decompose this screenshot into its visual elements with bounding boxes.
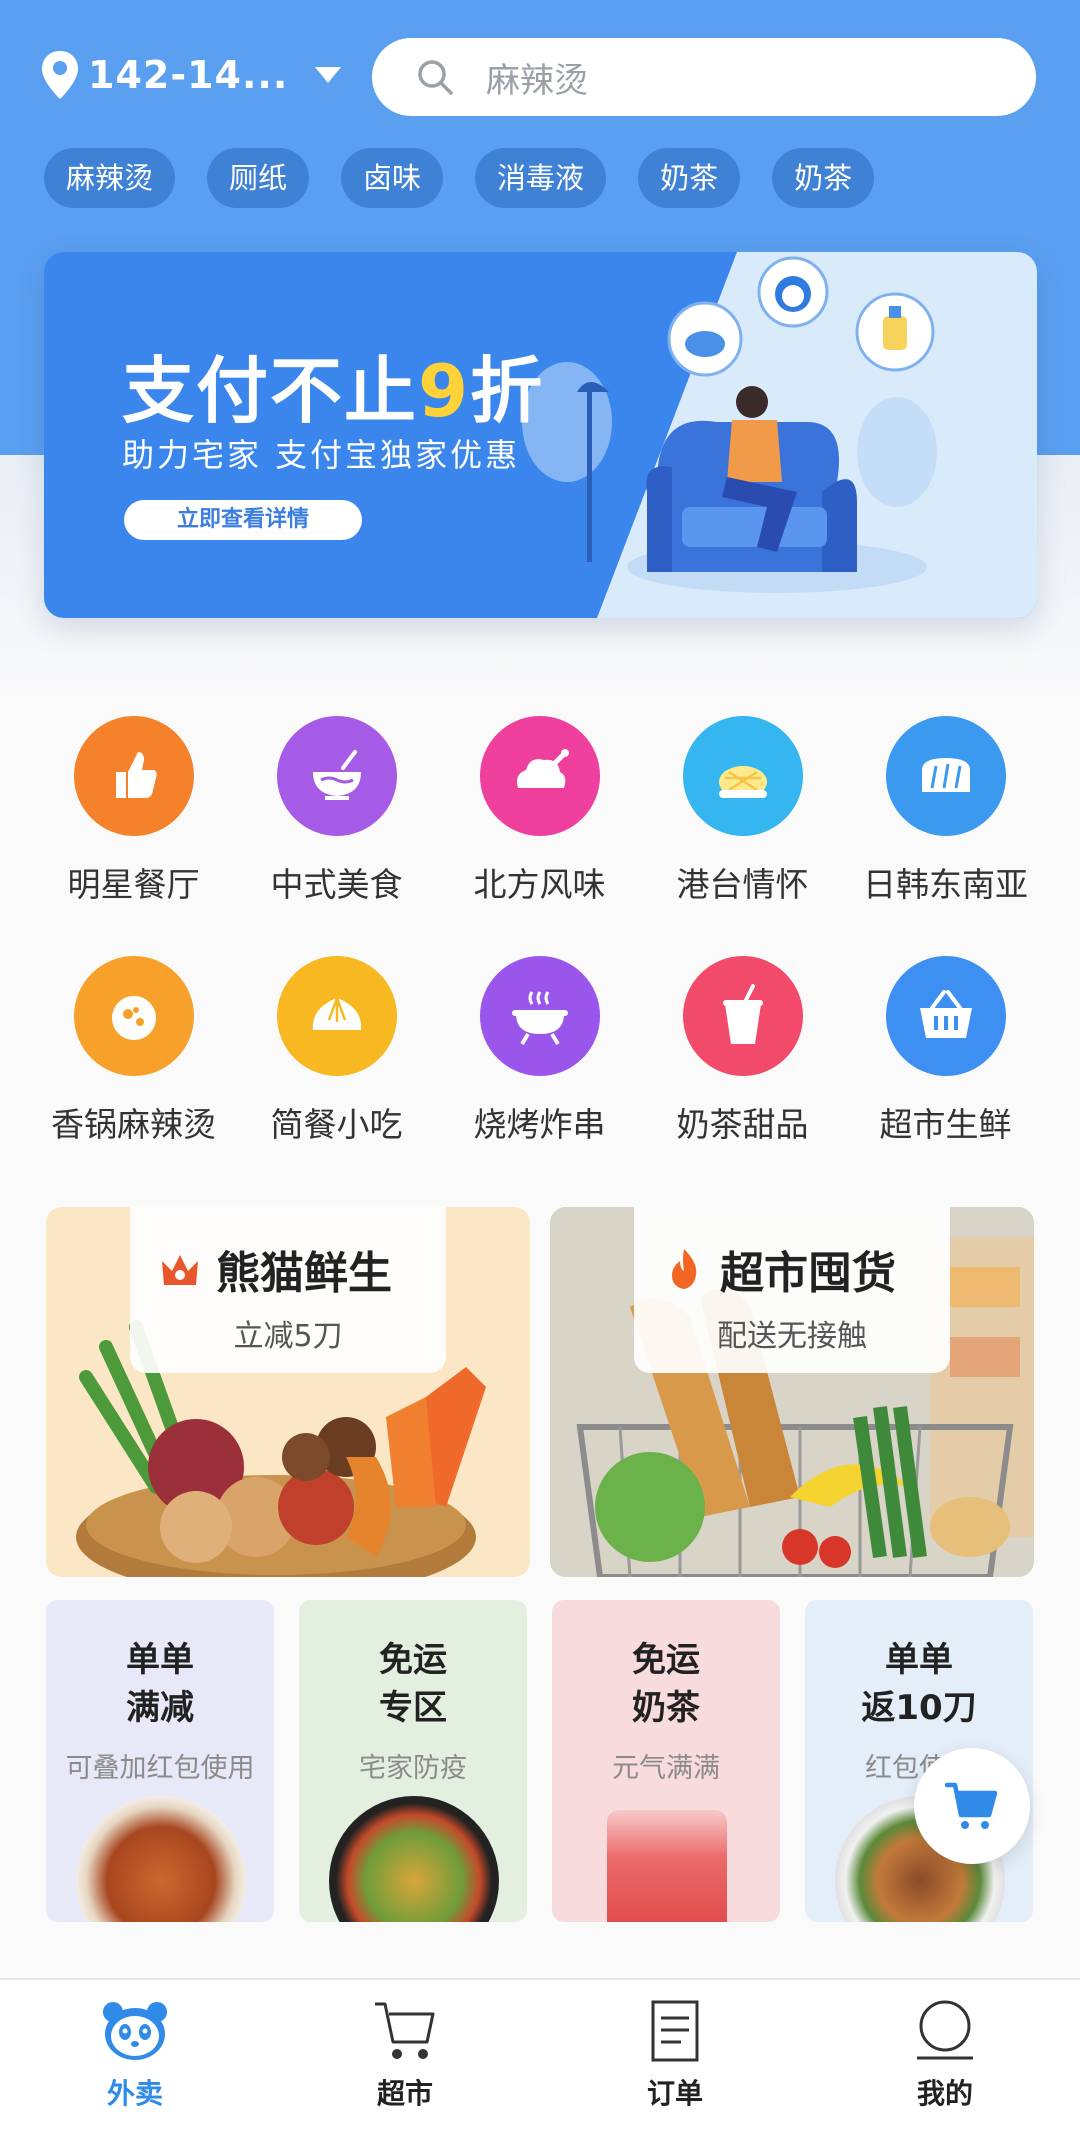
category-label: 香锅麻辣烫 [51, 1105, 216, 1144]
bun-icon [276, 956, 397, 1076]
promo-card-supermarket[interactable]: 超市囤货 配送无接触 [550, 1207, 1034, 1577]
promo-title: 超市囤货 [662, 1237, 896, 1301]
deal-title-line1: 单单 [126, 1640, 194, 1680]
category-label: 简餐小吃 [270, 1105, 403, 1144]
fried-noodle-image [329, 1796, 499, 1922]
panda-icon [103, 2002, 167, 2060]
category-item[interactable]: 日韩东南亚 [844, 716, 1047, 906]
noodle-bowl-image [76, 1796, 246, 1922]
hot-tag[interactable]: 厕纸 [207, 148, 310, 208]
hot-tag[interactable]: 麻辣烫 [44, 148, 176, 208]
search-bar[interactable]: 麻辣烫 [372, 38, 1036, 116]
profile-icon [917, 2000, 973, 2060]
deal-title-line2: 满减 [126, 1688, 194, 1728]
hot-tag[interactable]: 消毒液 [475, 148, 607, 208]
bowl-icon [276, 716, 397, 836]
promo-label-box: 熊猫鲜生 立减5刀 [130, 1207, 446, 1373]
category-item[interactable]: 港台情怀 [641, 716, 844, 906]
category-item[interactable]: 超市生鲜 [844, 956, 1047, 1146]
search-icon [418, 60, 453, 95]
chicken-icon [479, 716, 600, 836]
tab-takeout[interactable]: 外卖 [60, 1998, 210, 2112]
category-item[interactable]: 明星餐厅 [32, 716, 235, 906]
cart-icon [945, 1782, 998, 1829]
floating-cart-button[interactable] [914, 1748, 1030, 1864]
category-label: 中式美食 [270, 865, 403, 904]
category-grid: 明星餐厅 中式美食 北方风味 港台情怀 日韩东南亚 香锅麻辣烫 简餐小吃 烧烤炸… [32, 716, 1048, 1146]
tab-supermarket[interactable]: 超市 [330, 1998, 480, 2112]
promo-subtitle: 配送无接触 [717, 1319, 867, 1354]
category-label: 北方风味 [473, 865, 606, 904]
cart-icon [375, 2002, 435, 2059]
deal-subtitle: 可叠加红包使用 [65, 1753, 255, 1784]
promo-card-fresh[interactable]: 熊猫鲜生 立减5刀 [46, 1207, 530, 1577]
search-placeholder: 麻辣烫 [486, 60, 588, 101]
deal-title-line2: 专区 [379, 1688, 447, 1728]
category-item[interactable]: 烧烤炸串 [438, 956, 641, 1146]
category-label: 明星餐厅 [67, 865, 200, 904]
category-item[interactable]: 简餐小吃 [235, 956, 438, 1146]
hotpot-icon [73, 956, 194, 1076]
deal-title-line1: 单单 [885, 1640, 953, 1680]
banner-illustration [522, 252, 1037, 618]
deal-title-line2: 奶茶 [632, 1688, 700, 1728]
location-pin-icon [42, 51, 78, 99]
crown-icon [162, 1255, 198, 1285]
drink-icon [682, 956, 803, 1076]
location-selector[interactable]: 142-14... [40, 46, 342, 104]
deal-title-line2: 返10刀 [861, 1688, 977, 1728]
category-label: 港台情怀 [676, 865, 809, 904]
deal-card[interactable]: 单单 满减 可叠加红包使用 [46, 1600, 274, 1922]
category-item[interactable]: 奶茶甜品 [641, 956, 844, 1146]
location-text: 142-14... [88, 53, 289, 97]
deal-card[interactable]: 免运 专区 宅家防疫 [299, 1600, 527, 1922]
hot-tag[interactable]: 奶茶 [772, 148, 875, 208]
hot-tag[interactable]: 奶茶 [638, 148, 741, 208]
thumbs-up-icon [73, 716, 194, 836]
chevron-down-icon [315, 67, 342, 83]
tab-profile[interactable]: 我的 [870, 1998, 1020, 2112]
banner-cta-button[interactable]: 立即查看详情 [124, 500, 362, 540]
banner-title: 支付不止9折 [122, 349, 545, 433]
promo-subtitle: 立减5刀 [233, 1319, 343, 1354]
milk-tea-cup-image [607, 1810, 727, 1922]
flame-icon [672, 1249, 697, 1289]
category-label: 烧烤炸串 [473, 1105, 606, 1144]
deal-subtitle: 宅家防疫 [359, 1753, 467, 1784]
grill-icon [479, 956, 600, 1076]
category-item[interactable]: 北方风味 [438, 716, 641, 906]
bottom-tab-bar: 外卖 超市 订单 我的 [0, 1978, 1080, 2138]
pineapple-bun-icon [682, 716, 803, 836]
tab-orders[interactable]: 订单 [600, 1998, 750, 2112]
promo-banner[interactable]: 支付不止9折 助力宅家 支付宝独家优惠 立即查看详情 [44, 252, 1037, 618]
tab-label: 我的 [916, 2077, 973, 2110]
deal-subtitle: 元气满满 [612, 1753, 720, 1784]
category-item[interactable]: 中式美食 [235, 716, 438, 906]
tab-label: 外卖 [106, 2077, 163, 2110]
hot-search-tags: 麻辣烫 厕纸 卤味 消毒液 奶茶 奶茶 [44, 148, 906, 208]
hot-tag[interactable]: 卤味 [341, 148, 444, 208]
category-label: 超市生鲜 [879, 1105, 1012, 1144]
category-label: 日韩东南亚 [863, 865, 1028, 904]
order-icon [651, 2000, 699, 2062]
tab-label: 订单 [646, 2077, 703, 2110]
banner-subtitle: 助力宅家 支付宝独家优惠 [122, 436, 521, 474]
category-item[interactable]: 香锅麻辣烫 [32, 956, 235, 1146]
deal-title-line1: 免运 [379, 1640, 447, 1680]
promo-label-box: 超市囤货 配送无接触 [634, 1207, 950, 1373]
tab-label: 超市 [376, 2077, 433, 2110]
top-header: 142-14... 麻辣烫 [0, 30, 1080, 120]
deal-card[interactable]: 免运 奶茶 元气满满 [552, 1600, 780, 1922]
deal-title-line1: 免运 [632, 1640, 700, 1680]
bread-icon [885, 716, 1006, 836]
basket-icon [885, 956, 1006, 1076]
promo-title: 熊猫鲜生 [158, 1237, 392, 1301]
category-label: 奶茶甜品 [676, 1105, 809, 1144]
